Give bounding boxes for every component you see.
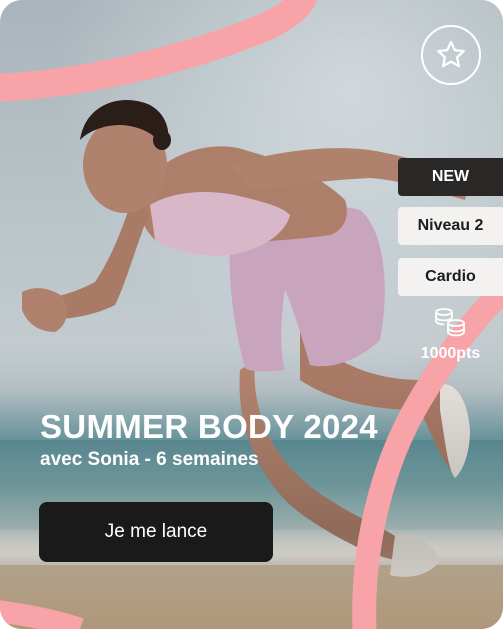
star-outline-icon <box>437 40 465 68</box>
new-badge: NEW <box>398 158 503 196</box>
level-tag: Niveau 2 <box>398 207 503 245</box>
category-tag: Cardio <box>398 258 503 296</box>
points-label: 1000pts <box>420 345 481 362</box>
favorite-button[interactable] <box>421 25 481 85</box>
coins-stack-icon <box>435 308 465 337</box>
program-card[interactable]: NEW Niveau 2 Cardio 1000pts SUMMER BODY … <box>0 0 503 629</box>
start-program-button[interactable]: Je me lance <box>39 502 273 562</box>
program-subtitle: avec Sonia - 6 semaines <box>40 449 259 470</box>
program-title: SUMMER BODY 2024 <box>40 408 378 445</box>
